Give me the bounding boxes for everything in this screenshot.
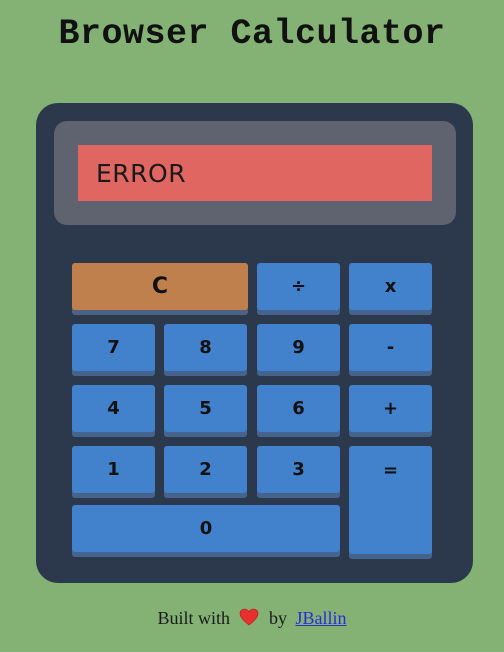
calculator-body: ERROR C ÷ x 7 8 9 - 4 5 6 + 1 2 3 = 0	[36, 103, 473, 583]
zero-button[interactable]: 0	[72, 505, 340, 552]
footer: Built with by JBallin	[0, 608, 504, 631]
footer-by: by	[269, 608, 287, 628]
one-button[interactable]: 1	[72, 446, 155, 493]
six-button[interactable]: 6	[257, 385, 340, 432]
four-button[interactable]: 4	[72, 385, 155, 432]
page-title: Browser Calculator	[58, 14, 446, 54]
divide-button[interactable]: ÷	[257, 263, 340, 310]
two-button[interactable]: 2	[164, 446, 247, 493]
display-panel: ERROR	[54, 121, 456, 225]
seven-button[interactable]: 7	[72, 324, 155, 371]
minus-button[interactable]: -	[349, 324, 432, 371]
author-link[interactable]: JBallin	[296, 608, 347, 628]
equals-button[interactable]: =	[349, 446, 432, 554]
display-value: ERROR	[96, 158, 187, 188]
footer-built-with: Built with	[157, 608, 230, 628]
three-button[interactable]: 3	[257, 446, 340, 493]
five-button[interactable]: 5	[164, 385, 247, 432]
nine-button[interactable]: 9	[257, 324, 340, 371]
heart-icon	[239, 608, 259, 631]
eight-button[interactable]: 8	[164, 324, 247, 371]
plus-button[interactable]: +	[349, 385, 432, 432]
clear-button[interactable]: C	[72, 263, 248, 310]
multiply-button[interactable]: x	[349, 263, 432, 310]
display-screen: ERROR	[78, 145, 432, 201]
